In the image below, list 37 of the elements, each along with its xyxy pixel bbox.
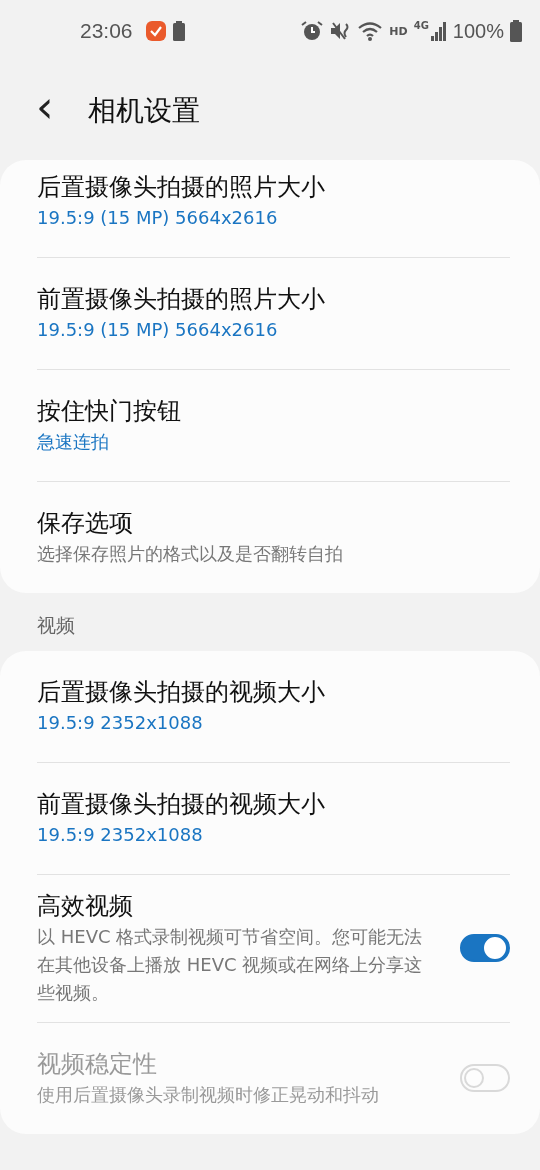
toggle-switch[interactable] [460,934,510,962]
item-title: 高效视频 [37,891,134,922]
settings-item[interactable]: 高效视频 以 HEVC 格式录制视频可节省空间。您可能无法在其他设备上播放 HEVC 视频或在网络上分享这些视频。 [37,875,510,1023]
back-button[interactable]: ‹ [30,85,60,137]
page-title: 相机设置 [87,93,200,129]
network-label: 4G [413,20,429,31]
item-subtitle: 选择保存照片的格式以及是否翻转自拍 [37,542,344,566]
item-title: 前置摄像头拍摄的视频大小 [37,789,326,820]
settings-item[interactable]: 前置摄像头拍摄的照片大小 19.5:9 (15 MP) 5664x2616 [37,258,510,370]
signal-icon [430,21,447,41]
status-time: 23:06 [80,19,133,43]
item-subtitle: 19.5:9 (15 MP) 5664x2616 [37,318,279,342]
item-title: 保存选项 [37,508,134,539]
settings-item[interactable]: 后置摄像头拍摄的视频大小 19.5:9 2352x1088 [37,651,510,763]
alarm-icon [301,20,324,42]
item-subtitle: 急速连拍 [37,430,110,454]
settings-item[interactable]: 按住快门按钮 急速连拍 [37,370,510,482]
section-header: 视频 [36,613,76,638]
check-app-icon [144,20,167,42]
item-subtitle: 使用后置摄像头录制视频时修正晃动和抖动 [37,1083,380,1107]
battery-icon [510,20,522,42]
settings-item[interactable]: 后置摄像头拍摄的照片大小 19.5:9 (15 MP) 5664x2616 [37,160,510,258]
settings-item[interactable]: 前置摄像头拍摄的视频大小 19.5:9 2352x1088 [37,763,510,875]
battery-percent: 100% [452,19,504,43]
item-title: 按住快门按钮 [37,396,182,427]
item-subtitle: 19.5:9 (15 MP) 5664x2616 [37,206,279,230]
item-title: 前置摄像头拍摄的照片大小 [37,284,326,315]
hd-label: HD [389,24,408,38]
item-title: 后置摄像头拍摄的视频大小 [37,677,326,708]
wifi-icon [357,20,384,42]
item-subtitle: 以 HEVC 格式录制视频可节省空间。您可能无法在其他设备上播放 HEVC 视频或在网络上分享这些视频。 [37,925,424,1005]
battery-saver-icon [172,21,185,41]
item-title: 后置摄像头拍摄的照片大小 [37,172,326,203]
item-subtitle: 19.5:9 2352x1088 [37,711,204,735]
settings-item[interactable]: 保存选项 选择保存照片的格式以及是否翻转自拍 [37,482,510,593]
item-title: 视频稳定性 [37,1049,158,1080]
item-subtitle: 19.5:9 2352x1088 [37,823,204,847]
